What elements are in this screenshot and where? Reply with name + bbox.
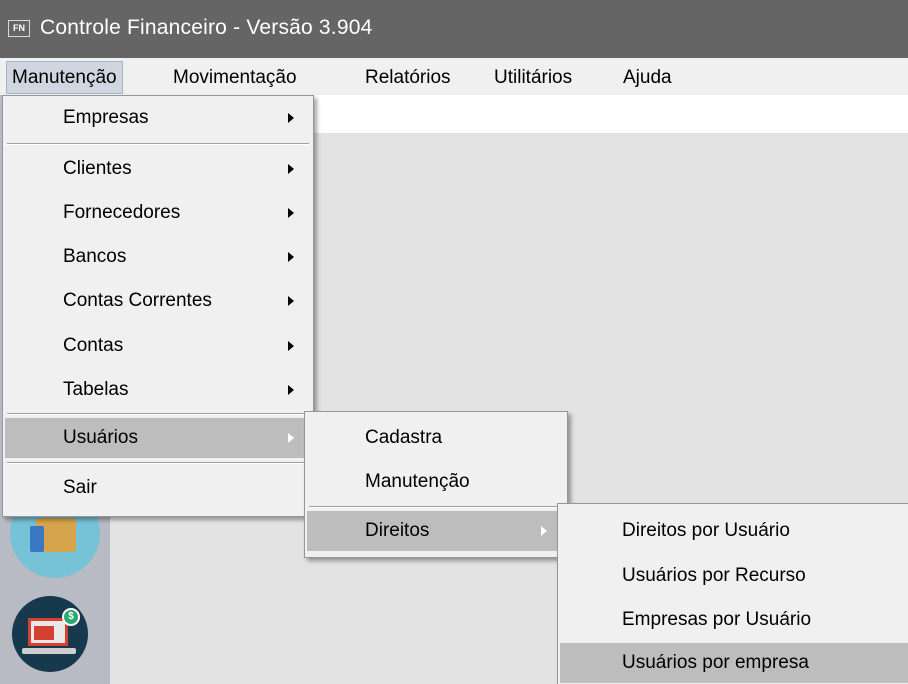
menu-item-bancos[interactable]: Bancos (5, 237, 311, 277)
submenu-arrow-icon (288, 296, 294, 306)
submenu-arrow-icon (288, 252, 294, 262)
menubar-ajuda[interactable]: Ajuda (618, 61, 677, 94)
menu-item-usuarios[interactable]: Usuários (5, 418, 311, 458)
submenu-arrow-icon (541, 526, 547, 536)
menubar-relatorios[interactable]: Relatórios (360, 61, 456, 94)
menu-item-label: Cadastra (365, 427, 443, 448)
menu-separator (309, 506, 563, 508)
menu-item-label: Usuários por empresa (622, 652, 809, 673)
window-title: Controle Financeiro - Versão 3.904 (40, 16, 373, 39)
menu-separator (7, 413, 309, 415)
menubar-movimentacao[interactable]: Movimentação (168, 61, 302, 94)
menu-item-label: Empresas (63, 107, 149, 128)
menu-item-contas-correntes[interactable]: Contas Correntes (5, 281, 311, 321)
menu-item-direitos-por-usuario[interactable]: Direitos por Usuário (560, 511, 908, 551)
menu-item-usuarios-por-empresa[interactable]: Usuários por empresa (560, 643, 908, 683)
submenu-arrow-icon (288, 433, 294, 443)
menu-manutencao: Empresas Clientes Fornecedores Bancos Co… (2, 95, 314, 517)
menu-separator (7, 462, 309, 464)
menu-item-cadastra[interactable]: Cadastra (307, 418, 565, 458)
submenu-arrow-icon (288, 113, 294, 123)
menu-item-direitos[interactable]: Direitos (307, 511, 565, 551)
menubar-manutencao[interactable]: Manutenção (6, 61, 123, 94)
menu-separator (7, 143, 309, 145)
menu-item-empresas[interactable]: Empresas (5, 98, 311, 138)
submenu-arrow-icon (288, 164, 294, 174)
menu-item-label: Direitos (365, 520, 430, 541)
submenu-usuarios: Cadastra Manutenção Direitos (304, 411, 568, 558)
menu-item-label: Empresas por Usuário (622, 609, 812, 630)
menu-item-label: Contas Correntes (63, 290, 212, 311)
menu-item-label: Contas (63, 335, 124, 356)
laptop-money-icon[interactable]: $ (12, 596, 88, 672)
menu-item-contas[interactable]: Contas (5, 326, 311, 366)
menu-item-label: Usuários (63, 427, 138, 448)
menu-item-clientes[interactable]: Clientes (5, 149, 311, 189)
menu-item-label: Clientes (63, 158, 132, 179)
menu-item-label: Usuários por Recurso (622, 565, 806, 586)
menu-item-tabelas[interactable]: Tabelas (5, 370, 311, 410)
laptop-base-icon (22, 648, 76, 654)
submenu-arrow-icon (288, 385, 294, 395)
menu-item-manutencao[interactable]: Manutenção (307, 462, 565, 502)
menu-bar: Manutenção Movimentação Relatórios Utili… (0, 58, 908, 95)
title-bar: FN Controle Financeiro - Versão 3.904 (0, 0, 908, 58)
card-icon (30, 526, 44, 552)
menu-item-label: Direitos por Usuário (622, 520, 790, 541)
menu-item-label: Manutenção (365, 471, 470, 492)
chart-bar-icon (34, 626, 54, 640)
app-icon: FN (8, 20, 30, 37)
menu-item-empresas-por-usuario[interactable]: Empresas por Usuário (560, 600, 908, 640)
menu-item-sair[interactable]: Sair (5, 468, 311, 508)
menu-item-usuarios-por-recurso[interactable]: Usuários por Recurso (560, 556, 908, 596)
coin-icon: $ (62, 608, 80, 626)
menu-item-label: Sair (63, 477, 97, 498)
menubar-utilitarios[interactable]: Utilitários (489, 61, 577, 94)
menu-item-label: Bancos (63, 246, 127, 267)
menu-item-label: Fornecedores (63, 202, 181, 223)
menu-item-label: Tabelas (63, 379, 129, 400)
submenu-arrow-icon (288, 208, 294, 218)
submenu-direitos: Direitos por Usuário Usuários por Recurs… (557, 503, 908, 684)
submenu-arrow-icon (288, 341, 294, 351)
menu-item-fornecedores[interactable]: Fornecedores (5, 193, 311, 233)
